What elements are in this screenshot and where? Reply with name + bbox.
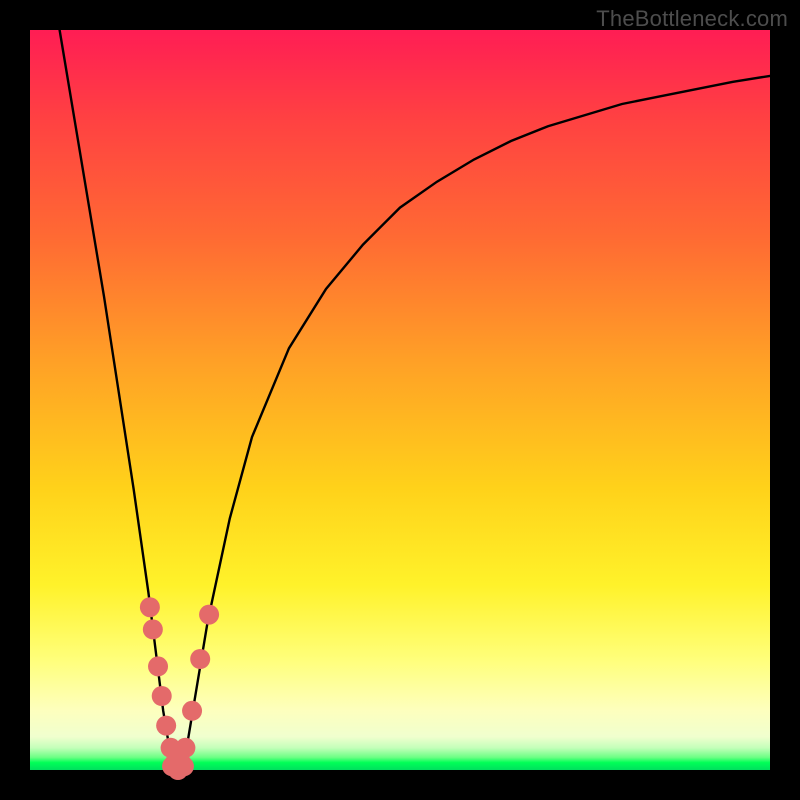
marker-dot: [190, 649, 210, 669]
marker-dot: [182, 701, 202, 721]
chart-frame: TheBottleneck.com: [0, 0, 800, 800]
marker-dot: [156, 716, 176, 736]
marker-dot: [175, 738, 195, 758]
marker-dot: [199, 605, 219, 625]
watermark-text: TheBottleneck.com: [596, 6, 788, 32]
plot-area: [30, 30, 770, 770]
marker-dot: [152, 686, 172, 706]
marker-dot: [148, 656, 168, 676]
marker-dot: [140, 597, 160, 617]
bottleneck-curve: [60, 30, 770, 770]
curve-svg: [30, 30, 770, 770]
marker-dot: [174, 756, 194, 776]
marker-dot: [143, 619, 163, 639]
